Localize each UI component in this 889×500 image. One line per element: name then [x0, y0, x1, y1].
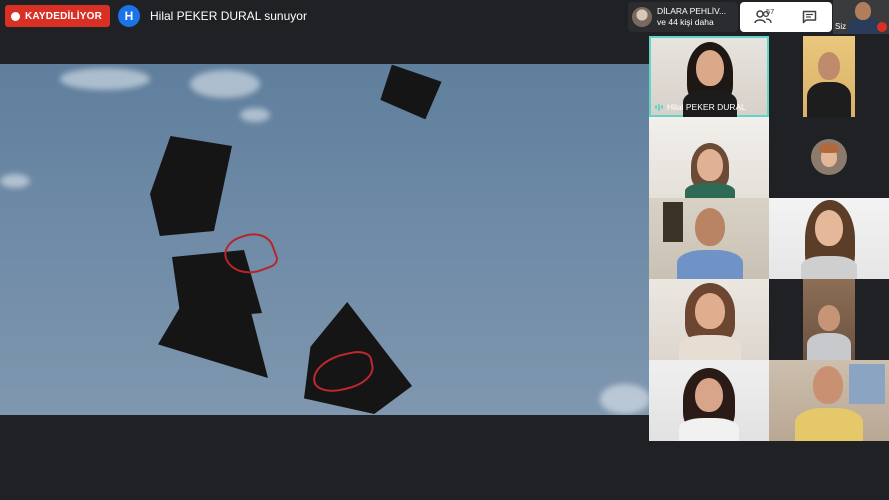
participant-tile[interactable]: [769, 198, 889, 279]
chat-button[interactable]: [796, 6, 822, 28]
self-face: [855, 2, 871, 20]
participant-face: [697, 149, 723, 181]
cloud: [0, 174, 30, 188]
cloud: [240, 108, 270, 122]
joined-avatar: [632, 7, 652, 27]
joined-notification[interactable]: DİLARA PEHLİV... ve 44 kişi daha: [628, 2, 738, 32]
participant-name: Hilal PEKER DURAL: [667, 102, 746, 112]
participant-face: [696, 50, 724, 86]
self-view[interactable]: Siz: [833, 0, 889, 34]
participant-tile[interactable]: [769, 36, 889, 117]
graduation-cap: [378, 64, 442, 121]
recording-label: KAYDEDİLİYOR: [25, 10, 103, 22]
background-frame: [663, 202, 683, 242]
participant-tile-speaker[interactable]: Hilal PEKER DURAL: [649, 36, 769, 117]
participant-tile[interactable]: [649, 198, 769, 279]
participant-tile[interactable]: [649, 279, 769, 360]
cloud: [60, 68, 150, 90]
participant-tile[interactable]: [769, 117, 889, 198]
presenter-status: Hilal PEKER DURAL sunuyor: [150, 9, 307, 23]
participant-torso: [679, 335, 741, 360]
recording-badge[interactable]: KAYDEDİLİYOR: [5, 5, 111, 27]
participant-video: [803, 279, 855, 360]
meeting-tools: 57: [740, 2, 832, 32]
participant-face: [813, 366, 843, 404]
participant-face: [695, 208, 725, 246]
joined-name: DİLARA PEHLİV...: [657, 6, 727, 16]
speaking-indicator-icon: [655, 103, 663, 111]
participant-torso: [801, 256, 857, 279]
participant-name-tag: Hilal PEKER DURAL: [655, 102, 746, 112]
participant-face: [695, 378, 723, 412]
people-button[interactable]: 57: [750, 6, 776, 28]
record-dot-icon: [11, 11, 20, 21]
participant-tile[interactable]: [769, 279, 889, 360]
cloud: [190, 70, 260, 98]
participant-face: [818, 305, 840, 331]
presenter-avatar: H: [118, 5, 140, 27]
participant-torso: [795, 408, 863, 441]
joined-more: ve 44 kişi daha: [657, 17, 714, 27]
participant-torso: [807, 82, 851, 117]
participant-hair: [819, 143, 839, 153]
participant-video: [803, 36, 855, 117]
self-torso: [847, 18, 881, 34]
self-label: Siz: [835, 22, 847, 31]
top-bar: KAYDEDİLİYOR H Hilal PEKER DURAL sunuyor…: [0, 0, 889, 34]
participant-face: [818, 52, 840, 80]
participant-avatar: [811, 139, 847, 175]
participant-tile[interactable]: [649, 360, 769, 441]
background-window: [849, 364, 885, 404]
participant-torso: [807, 333, 851, 360]
participant-torso: [685, 183, 735, 198]
participant-grid: Hilal PEKER DURAL: [649, 36, 889, 442]
mic-off-icon: [877, 22, 887, 32]
shared-presentation[interactable]: [0, 64, 649, 415]
participant-torso: [679, 418, 739, 441]
participant-face: [815, 210, 843, 246]
graduation-cap: [150, 136, 232, 236]
participant-tile[interactable]: [649, 117, 769, 198]
cloud: [600, 384, 649, 414]
people-count: 57: [766, 7, 775, 16]
participant-torso: [677, 250, 743, 279]
participant-face: [695, 293, 725, 329]
participant-tile[interactable]: [769, 360, 889, 441]
chat-icon: [802, 10, 816, 24]
